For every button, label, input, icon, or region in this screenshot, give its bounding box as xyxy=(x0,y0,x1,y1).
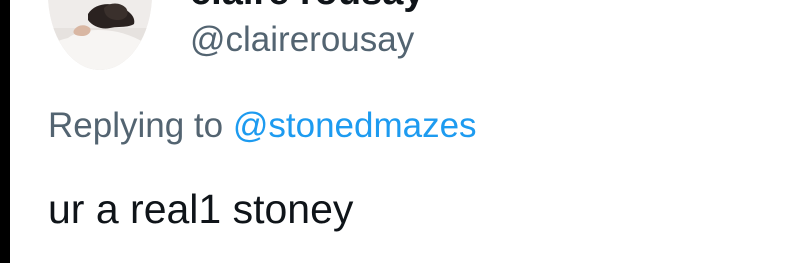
author-display-name[interactable]: claire rousay xyxy=(190,0,424,12)
replying-to-mention-link[interactable]: @stonedmazes xyxy=(233,106,477,145)
tweet-text: ur a real1 stoney xyxy=(48,186,354,232)
avatar-photo xyxy=(48,0,152,70)
replying-to-prefix: Replying to xyxy=(48,106,224,145)
replying-to-line: Replying to @stonedmazes xyxy=(48,104,477,148)
avatar[interactable] xyxy=(48,0,152,70)
tweet-reply-card: claire rousay @clairerousay Replying to … xyxy=(0,0,790,263)
author-handle[interactable]: @clairerousay xyxy=(190,18,414,62)
left-border xyxy=(0,0,10,263)
